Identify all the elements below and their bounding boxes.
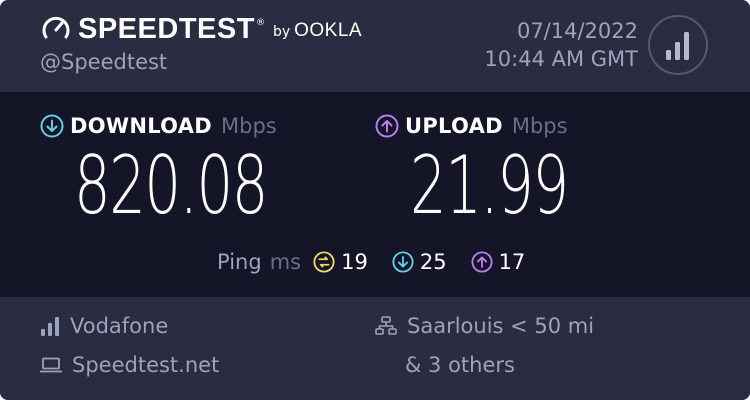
server-info[interactable]: Saarlouis < 50 mi (375, 314, 594, 338)
ping-download-value: 25 (419, 250, 447, 274)
ping-idle-icon (313, 251, 335, 273)
ping-upload-value: 17 (498, 250, 526, 274)
download-unit: Mbps (221, 114, 277, 138)
test-timestamp: 07/14/2022 10:44 AM GMT (484, 17, 638, 73)
test-time: 10:44 AM GMT (484, 47, 638, 71)
result-header: SPEEDTEST ® by OOKLA @Speedtest 07/14/20… (0, 0, 750, 92)
other-servers-label: & 3 others (405, 353, 515, 377)
isp-name: Vodafone (70, 314, 169, 338)
result-footer: Vodafone Speedtest.net Saarlouis < 50 mi… (0, 297, 750, 400)
upload-speed: 21.99 (410, 139, 569, 232)
upload-unit: Mbps (511, 114, 568, 138)
upload-label: UPLOAD (405, 114, 503, 138)
speedtest-result-card: SPEEDTEST ® by OOKLA @Speedtest 07/14/20… (0, 0, 750, 400)
test-date: 07/14/2022 (516, 19, 638, 43)
twitter-handle: @Speedtest (40, 50, 168, 74)
other-servers[interactable]: & 3 others (405, 353, 515, 377)
ping-idle-value: 19 (341, 250, 368, 274)
download-speed: 820.08 (74, 139, 268, 232)
download-label: DOWNLOAD (70, 114, 213, 138)
signal-bars-icon (666, 32, 689, 60)
ookla-logo: OOKLA (294, 20, 363, 41)
laptop-icon (40, 357, 62, 373)
results-button[interactable] (648, 15, 708, 75)
signal-bars-icon (41, 317, 59, 336)
results-panel: DOWNLOAD Mbps 820.08 UPLOAD Mbps 21.99 P… (0, 92, 750, 297)
brand-registered-mark: ® (255, 18, 265, 28)
server-icon (375, 316, 397, 335)
ping-upload-icon (471, 251, 493, 273)
download-header: DOWNLOAD Mbps (40, 114, 277, 138)
ping-label: Ping (217, 250, 262, 274)
brand-name: SPEEDTEST (78, 12, 255, 45)
isp-info: Vodafone (40, 314, 168, 338)
speedtest-logo: SPEEDTEST ® by OOKLA (40, 13, 362, 45)
upload-arrow-icon (375, 114, 399, 138)
upload-header: UPLOAD Mbps (375, 114, 568, 138)
ping-download-icon (392, 251, 414, 273)
brand-by: by (272, 24, 291, 40)
server-location: Saarlouis < 50 mi (407, 314, 595, 338)
host-name: Speedtest.net (72, 353, 220, 377)
download-arrow-icon (40, 114, 64, 138)
gauge-icon (42, 16, 70, 39)
ping-unit: ms (269, 250, 302, 274)
ping-row: Ping ms 19 25 17 (217, 250, 549, 274)
host-info: Speedtest.net (40, 353, 219, 377)
